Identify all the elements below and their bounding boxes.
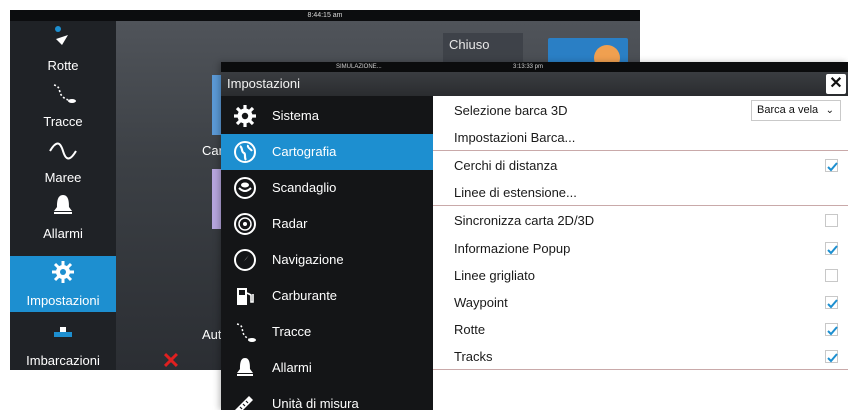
- settings-dialog: SIMULAZIONE... 3:13:33 pm Impostazioni ✕…: [221, 62, 848, 410]
- background-sidebar-label: Rotte: [47, 58, 79, 73]
- menu-item-allarmi[interactable]: Allarmi: [221, 350, 433, 386]
- chevron-down-icon: ⌄: [825, 105, 834, 116]
- setting-row-selezione-barca-3d[interactable]: Selezione barca 3D Barca a vela ⌄: [433, 97, 848, 124]
- route-icon: [55, 26, 68, 45]
- gear-icon: [234, 105, 256, 127]
- ruler-icon: [235, 396, 253, 410]
- checkmark-icon: [827, 326, 838, 336]
- background-sidebar: Rotte Tracce Maree Allarmi Impostazioni …: [10, 21, 116, 370]
- setting-label: Cerchi di distanza: [454, 158, 558, 173]
- background-sidebar-label: Allarmi: [43, 226, 83, 241]
- routes-checkbox[interactable]: [825, 323, 838, 336]
- settings-menu: Sistema Cartografia Scandaglio Radar Nav…: [221, 96, 433, 410]
- background-sidebar-label: Maree: [44, 170, 82, 185]
- menu-item-label: Sistema: [272, 108, 319, 123]
- vessel-icon: [54, 327, 72, 337]
- simulation-label: SIMULAZIONE...: [336, 64, 382, 70]
- waypoint-checkbox[interactable]: [825, 296, 838, 309]
- menu-item-radar[interactable]: Radar: [221, 206, 433, 242]
- background-sidebar-label: Impostazioni: [26, 293, 100, 308]
- checkmark-icon: [827, 162, 838, 172]
- checkmark-icon: [827, 245, 838, 255]
- bell-icon: [54, 195, 72, 214]
- chart-globe-icon: [234, 141, 256, 163]
- setting-row-linee-di-estensione[interactable]: Linee di estensione...: [433, 179, 848, 206]
- setting-label: Rotte: [454, 322, 486, 337]
- background-status-time: 8:44:15 am: [307, 12, 343, 19]
- background-sidebar-item-maree[interactable]: Maree: [10, 133, 116, 189]
- setting-row-cerchi-di-distanza[interactable]: Cerchi di distanza: [433, 152, 848, 179]
- dialog-title-bar: Impostazioni: [221, 72, 848, 96]
- setting-row-sincronizza-carta[interactable]: Sincronizza carta 2D/3D: [433, 207, 848, 234]
- dialog-title: Impostazioni: [227, 76, 300, 91]
- menu-item-label: Navigazione: [272, 252, 344, 267]
- background-sidebar-item-imbarcazioni[interactable]: Imbarcazioni: [10, 316, 116, 370]
- menu-item-label: Unità di misura: [272, 396, 359, 410]
- menu-item-cartografia[interactable]: Cartografia: [221, 134, 433, 170]
- tide-wave-icon: [49, 142, 77, 160]
- boat-3d-dropdown[interactable]: Barca a vela ⌄: [751, 100, 841, 121]
- range-rings-checkbox[interactable]: [825, 159, 838, 172]
- background-chiuso-label: Chiuso: [449, 37, 490, 52]
- menu-item-label: Cartografia: [272, 144, 337, 159]
- radar-icon: [234, 213, 256, 235]
- bell-icon: [237, 358, 253, 376]
- fuel-pump-icon: [237, 288, 254, 305]
- setting-label: Linee di estensione...: [454, 185, 577, 200]
- dialog-status-bar: SIMULAZIONE... 3:13:33 pm: [221, 62, 848, 72]
- setting-row-informazione-popup[interactable]: Informazione Popup: [433, 235, 848, 262]
- sync-2d3d-checkbox[interactable]: [825, 214, 838, 227]
- menu-item-unita-di-misura[interactable]: Unità di misura: [221, 386, 433, 410]
- dialog-status-time: 3:13:33 pm: [513, 64, 544, 70]
- trail-icon: [53, 84, 76, 103]
- menu-item-label: Radar: [272, 216, 308, 231]
- close-icon: ✕: [829, 75, 843, 92]
- setting-row-impostazioni-barca[interactable]: Impostazioni Barca...: [433, 124, 848, 151]
- background-sidebar-item-allarmi[interactable]: Allarmi: [10, 189, 116, 245]
- tracks-checkbox[interactable]: [825, 350, 838, 363]
- menu-item-carburante[interactable]: Carburante: [221, 278, 433, 314]
- menu-item-label: Carburante: [272, 288, 338, 303]
- background-status-bar: 8:44:15 am: [10, 10, 640, 21]
- menu-item-label: Allarmi: [272, 360, 312, 375]
- setting-label: Informazione Popup: [454, 241, 571, 256]
- trail-icon: [236, 323, 256, 342]
- setting-label: Impostazioni Barca...: [454, 130, 576, 145]
- popup-info-checkbox[interactable]: [825, 242, 838, 255]
- menu-item-tracce[interactable]: Tracce: [221, 314, 433, 350]
- setting-row-tracks[interactable]: Tracks: [433, 343, 848, 370]
- setting-label: Linee grigliato: [454, 268, 535, 283]
- dropdown-value: Barca a vela: [757, 104, 819, 116]
- setting-label: Sincronizza carta 2D/3D: [454, 213, 595, 228]
- background-sidebar-label: Tracce: [43, 114, 83, 129]
- background-fragment-car: Car: [202, 143, 223, 158]
- menu-item-sistema[interactable]: Sistema: [221, 98, 433, 134]
- background-sidebar-item-rotte[interactable]: Rotte: [10, 21, 116, 77]
- menu-item-label: Tracce: [272, 324, 312, 339]
- menu-item-navigazione[interactable]: Navigazione: [221, 242, 433, 278]
- setting-label: Selezione barca 3D: [454, 103, 568, 118]
- close-button[interactable]: ✕: [826, 74, 846, 94]
- menu-item-scandaglio[interactable]: Scandaglio: [221, 170, 433, 206]
- setting-row-rotte[interactable]: Rotte: [433, 316, 848, 343]
- background-fragment-aut: Aut: [202, 327, 222, 342]
- checkmark-icon: [827, 353, 838, 363]
- setting-label: Tracks: [454, 349, 493, 364]
- background-close-x-icon[interactable]: ✕: [160, 350, 182, 371]
- gear-icon: [52, 261, 74, 283]
- menu-item-label: Scandaglio: [272, 180, 337, 195]
- background-sidebar-item-tracce[interactable]: Tracce: [10, 77, 116, 133]
- setting-row-linee-grigliato[interactable]: Linee grigliato: [433, 262, 848, 289]
- sonar-icon: [234, 177, 256, 199]
- background-sidebar-label: Imbarcazioni: [26, 353, 100, 368]
- grid-lines-checkbox[interactable]: [825, 269, 838, 282]
- background-sidebar-item-impostazioni[interactable]: Impostazioni: [10, 256, 116, 312]
- setting-label: Waypoint: [454, 295, 508, 310]
- setting-row-waypoint[interactable]: Waypoint: [433, 289, 848, 316]
- checkmark-icon: [827, 299, 838, 309]
- settings-content: Selezione barca 3D Barca a vela ⌄ Impost…: [433, 96, 848, 410]
- compass-icon: [234, 249, 256, 271]
